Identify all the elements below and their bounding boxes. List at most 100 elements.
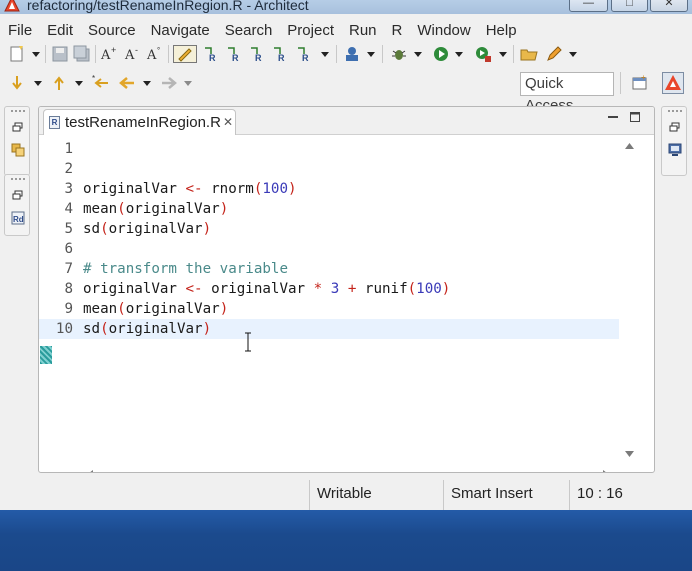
code-text: originalVar <- rnorm(100) <box>83 179 297 199</box>
code-token: 100 <box>416 281 442 297</box>
scroll-down-icon[interactable] <box>625 451 634 457</box>
vertical-scrollbar[interactable] <box>619 135 639 465</box>
chevron-down-icon[interactable] <box>367 45 375 63</box>
menu-bar: File Edit Source Navigate Search Project… <box>0 20 523 42</box>
navigation-toolbar: * Quick Access + <box>0 70 692 114</box>
r-console-icon[interactable] <box>343 45 361 63</box>
chevron-down-icon[interactable] <box>32 45 40 63</box>
restore-icon[interactable] <box>11 121 25 135</box>
code-line[interactable]: 10 sd(originalVar) <box>39 319 619 339</box>
chevron-down-icon[interactable] <box>75 74 83 92</box>
horizontal-scrollbar[interactable] <box>81 466 619 473</box>
save-all-icon[interactable] <box>73 45 91 63</box>
menu-source[interactable]: Source <box>79 20 142 42</box>
line-number: 7 <box>64 261 73 277</box>
maximize-button[interactable]: □ <box>611 0 648 12</box>
code-line[interactable]: 7 # transform the variable <box>39 259 619 279</box>
toggle-mark-occurrences-icon[interactable] <box>173 45 197 63</box>
r-step-icon[interactable]: R <box>203 45 221 63</box>
code-area[interactable]: 1 2 3 originalVar <- rnorm(100) 4 mean(origin… <box>39 135 619 465</box>
menu-search[interactable]: Search <box>216 20 279 42</box>
scroll-right-icon[interactable] <box>603 470 609 473</box>
forward-icon[interactable] <box>160 74 178 92</box>
svg-text:R: R <box>232 53 239 63</box>
menu-navigate[interactable]: Navigate <box>142 20 216 42</box>
chevron-down-icon[interactable] <box>321 45 329 63</box>
architect-perspective-icon[interactable] <box>662 72 684 94</box>
tab-testrenameinregion[interactable]: R testRenameInRegion.R ✕ <box>43 109 236 135</box>
increase-font-icon[interactable]: A + <box>100 45 118 63</box>
save-icon[interactable] <box>51 45 69 63</box>
svg-text:A: A <box>146 48 157 63</box>
menu-help[interactable]: Help <box>477 20 523 42</box>
drag-handle[interactable] <box>668 110 682 113</box>
status-cursor-position: 10 : 16 <box>569 480 649 510</box>
chevron-down-icon[interactable] <box>455 45 463 63</box>
debug-icon[interactable] <box>390 45 408 63</box>
next-annotation-icon[interactable] <box>8 74 26 92</box>
code-line[interactable]: 8 originalVar <- originalVar * 3 + runif(… <box>39 279 619 299</box>
code-line[interactable]: 3 originalVar <- rnorm(100) <box>39 179 619 199</box>
new-file-icon[interactable] <box>8 45 26 63</box>
main-toolbar: A + A- A ° R R R R R <box>0 41 692 67</box>
code-token: ) <box>219 301 229 317</box>
open-folder-icon[interactable] <box>520 45 538 63</box>
chevron-down-icon[interactable] <box>414 45 422 63</box>
code-line[interactable]: 9 mean(originalVar) <box>39 299 619 319</box>
code-line[interactable]: 1 <box>39 139 619 159</box>
code-text: originalVar <- originalVar * 3 + runif(1… <box>83 279 450 299</box>
code-token: <- <box>185 181 203 197</box>
font-settings-icon[interactable]: A ° <box>146 45 164 63</box>
pen-tool-icon[interactable] <box>545 45 563 63</box>
chevron-down-icon[interactable] <box>569 45 577 63</box>
previous-annotation-icon[interactable] <box>50 74 68 92</box>
decrease-font-icon[interactable]: A- <box>124 45 142 63</box>
menu-edit[interactable]: Edit <box>38 20 79 42</box>
back-icon[interactable] <box>118 74 136 92</box>
r-run-selection-icon[interactable]: R <box>226 45 244 63</box>
code-line[interactable]: 2 <box>39 159 619 179</box>
maximize-view-icon[interactable] <box>629 111 641 123</box>
code-line[interactable]: 6 <box>39 239 619 259</box>
drag-handle[interactable] <box>11 110 25 113</box>
menu-r[interactable]: R <box>383 20 409 42</box>
r-run-script-icon[interactable]: R <box>296 45 314 63</box>
console-icon[interactable] <box>668 143 682 157</box>
code-token: ( <box>117 301 126 317</box>
close-button[interactable]: ✕ <box>650 0 688 12</box>
open-perspective-icon[interactable]: + <box>631 74 649 92</box>
run-icon[interactable] <box>432 45 450 63</box>
restore-icon[interactable] <box>11 189 25 203</box>
external-tools-icon[interactable] <box>474 45 492 63</box>
svg-text:Rd: Rd <box>13 215 24 224</box>
close-tab-icon[interactable]: ✕ <box>223 115 233 129</box>
r-run-line-icon[interactable]: R <box>249 45 267 63</box>
minimize-button[interactable]: — <box>569 0 608 12</box>
menu-file[interactable]: File <box>0 20 38 42</box>
scroll-left-icon[interactable] <box>87 470 93 473</box>
menu-run[interactable]: Run <box>340 20 383 42</box>
maximize-icon: □ <box>626 0 633 9</box>
svg-text:R: R <box>209 53 216 63</box>
drag-handle[interactable] <box>11 178 25 181</box>
code-token: rnorm <box>202 181 254 197</box>
chevron-down-icon[interactable] <box>499 45 507 63</box>
code-line[interactable]: 4 mean(originalVar) <box>39 199 619 219</box>
code-token: ) <box>288 181 297 197</box>
minimize-view-icon[interactable] <box>607 111 619 123</box>
chevron-down-icon[interactable] <box>143 74 151 92</box>
restore-icon[interactable] <box>668 121 682 135</box>
quick-access-field[interactable]: Quick Access <box>520 72 614 114</box>
scroll-up-icon[interactable] <box>625 143 634 149</box>
project-explorer-icon[interactable] <box>11 143 25 157</box>
code-token: ) <box>202 321 212 337</box>
chevron-down-icon[interactable] <box>184 74 192 92</box>
menu-project[interactable]: Project <box>278 20 340 42</box>
code-line[interactable]: 5 sd(originalVar) <box>39 219 619 239</box>
r-help-icon[interactable]: Rd <box>11 211 25 225</box>
last-edit-location-icon[interactable]: * <box>92 74 110 92</box>
menu-window[interactable]: Window <box>408 20 476 42</box>
minimize-icon: — <box>583 0 594 9</box>
chevron-down-icon[interactable] <box>34 74 42 92</box>
r-run-file-icon[interactable]: R <box>272 45 290 63</box>
